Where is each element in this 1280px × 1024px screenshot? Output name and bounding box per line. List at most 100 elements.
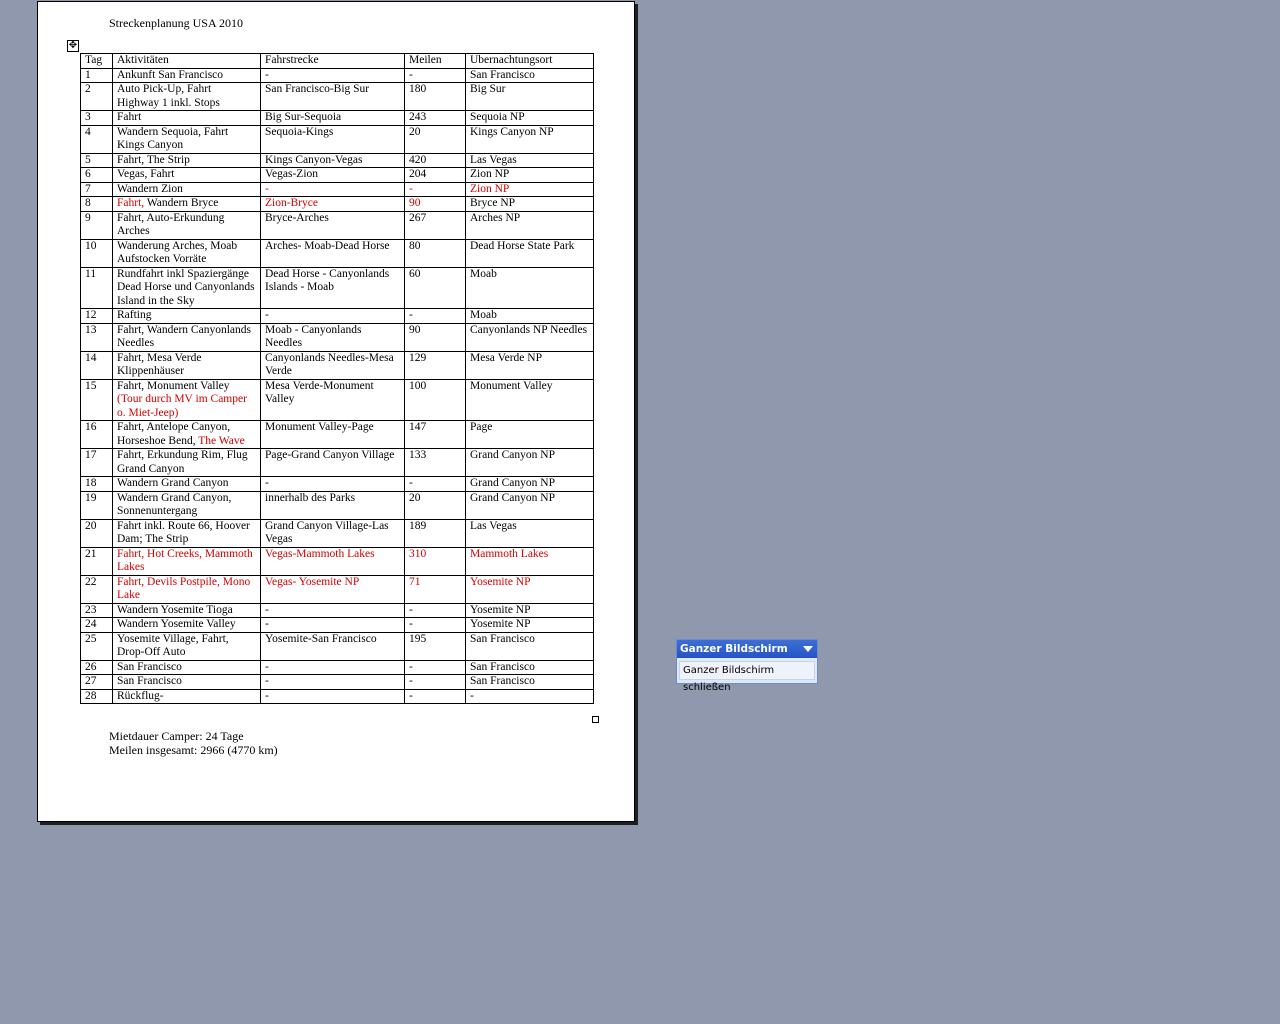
cell-tag: 8 bbox=[80, 196, 113, 212]
summary-rental: Mietdauer Camper: 24 Tage bbox=[109, 729, 244, 743]
fullscreen-toolbar-label: Ganzer Bildschirm bbox=[680, 643, 788, 655]
cell-route: Monument Valley-Page bbox=[260, 420, 405, 449]
cell-miles: - bbox=[404, 602, 466, 618]
table-move-handle-icon[interactable]: ✥ bbox=[67, 40, 79, 52]
table-row: 24 Wandern Yosemite Valley - - Yosemite NP bbox=[80, 617, 594, 633]
cell-activity: Fahrt, Monument Valley (Tour durch MV im… bbox=[112, 378, 261, 421]
fullscreen-toolbar: Ganzer Bildschirm Ganzer Bildschirm schl… bbox=[676, 639, 818, 693]
cell-activity: Fahrt bbox=[112, 110, 261, 126]
cell-miles: 420 bbox=[404, 152, 466, 168]
cell-tag: 14 bbox=[80, 350, 113, 380]
table-row: 3 Fahrt Big Sur-Sequoia 243 Sequoia NP bbox=[80, 110, 594, 126]
table-row: 25 Yosemite Village, Fahrt, Drop-Off Auto… bbox=[80, 631, 594, 661]
cell-overnight: Kings Canyon NP bbox=[465, 124, 594, 154]
cell-route: Kings Canyon-Vegas bbox=[260, 152, 405, 168]
header-overnight: Ubernachtungsort bbox=[465, 53, 594, 69]
cell-miles: - bbox=[404, 674, 466, 690]
cell-activity: Wandern Grand Canyon, Sonnenuntergang bbox=[112, 490, 261, 520]
cell-overnight: San Francisco bbox=[465, 674, 594, 690]
cell-tag: 23 bbox=[80, 602, 113, 618]
cell-overnight: Yosemite NP bbox=[465, 574, 594, 604]
cell-activity: Wandern Grand Canyon bbox=[112, 476, 261, 492]
cell-miles: 189 bbox=[404, 518, 466, 548]
cell-activity: San Francisco bbox=[112, 674, 261, 690]
cell-route: Yosemite-San Francisco bbox=[260, 631, 405, 661]
cell-tag: 18 bbox=[80, 476, 113, 492]
cell-overnight: - bbox=[465, 688, 594, 704]
cell-route: - bbox=[260, 476, 405, 492]
cell-miles: 133 bbox=[404, 448, 466, 477]
table-row: 16 Fahrt, Antelope Canyon, Horseshoe Bend… bbox=[80, 420, 594, 449]
cell-route: - bbox=[260, 308, 405, 324]
cell-route: - bbox=[260, 602, 405, 618]
cell-overnight: Mammoth Lakes bbox=[465, 546, 594, 576]
cell-activity: Fahrt, Hot Creeks, Mammoth Lakes bbox=[112, 546, 261, 576]
cell-route: - bbox=[260, 674, 405, 690]
cell-miles: - bbox=[404, 476, 466, 492]
cell-activity-highlight: Fahrt, bbox=[117, 197, 145, 209]
cell-miles: 20 bbox=[404, 124, 466, 154]
cell-activity: Wandern Yosemite Valley bbox=[112, 617, 261, 633]
cell-miles: - bbox=[404, 617, 466, 633]
cell-route: Page-Grand Canyon Village bbox=[260, 448, 405, 477]
table-row: 21 Fahrt, Hot Creeks, Mammoth Lakes Vegas-… bbox=[80, 546, 594, 576]
cell-tag: 16 bbox=[80, 420, 113, 449]
cell-tag: 24 bbox=[80, 617, 113, 633]
cell-overnight: Moab bbox=[465, 308, 594, 324]
table-row: 7 Wandern Zion - - Zion NP bbox=[80, 181, 594, 197]
table-row: 28 Rückflug- - - - bbox=[80, 688, 594, 704]
cell-activity: Rundfahrt inkl Spaziergänge Dead Horse u… bbox=[112, 266, 261, 309]
cell-tag: 1 bbox=[80, 67, 113, 83]
cell-miles: 90 bbox=[404, 322, 466, 352]
cell-miles: - bbox=[404, 688, 466, 704]
cell-miles: 100 bbox=[404, 378, 466, 421]
table-row: 15 Fahrt, Monument Valley (Tour durch MV … bbox=[80, 378, 594, 421]
cell-route: Canyonlands Needles-Mesa Verde bbox=[260, 350, 405, 380]
cell-tag: 13 bbox=[80, 322, 113, 352]
table-row: 17 Fahrt, Erkundung Rim, Flug Grand Canyo… bbox=[80, 448, 594, 477]
cell-activity: Fahrt, Antelope Canyon, Horseshoe Bend, … bbox=[112, 420, 261, 449]
cell-miles: 310 bbox=[404, 546, 466, 576]
cell-tag: 10 bbox=[80, 238, 113, 268]
cell-activity: Yosemite Village, Fahrt, Drop-Off Auto bbox=[112, 631, 261, 661]
table-header-row: Tag Aktivitäten Fahrstrecke Meilen Ubern… bbox=[80, 53, 594, 69]
cell-overnight: Grand Canyon NP bbox=[465, 448, 594, 477]
fullscreen-toolbar-title[interactable]: Ganzer Bildschirm bbox=[677, 640, 817, 658]
cell-route: Moab - Canyonlands Needles bbox=[260, 322, 405, 352]
cell-activity-highlight: The Wave bbox=[198, 434, 245, 447]
cell-route: - bbox=[260, 617, 405, 633]
table-row: 9 Fahrt, Auto-Erkundung Arches Bryce-Arche… bbox=[80, 210, 594, 240]
cell-tag: 28 bbox=[80, 688, 113, 704]
table-resize-handle[interactable] bbox=[592, 716, 599, 723]
cell-overnight: Zion NP bbox=[465, 167, 594, 183]
cell-activity: San Francisco bbox=[112, 659, 261, 675]
cell-route: - bbox=[260, 659, 405, 675]
table-row: 2 Auto Pick-Up, Fahrt Highway 1 inkl. Sto… bbox=[80, 82, 594, 111]
cell-miles: 90 bbox=[404, 196, 466, 212]
header-miles: Meilen bbox=[404, 53, 466, 69]
chevron-down-icon[interactable] bbox=[803, 646, 813, 652]
table-row: 26 San Francisco - - San Francisco bbox=[80, 659, 594, 675]
cell-route: Vegas-Mammoth Lakes bbox=[260, 546, 405, 576]
cell-tag: 7 bbox=[80, 181, 113, 197]
table-row: 11 Rundfahrt inkl Spaziergänge Dead Horse… bbox=[80, 266, 594, 309]
table-row: 14 Fahrt, Mesa Verde Klippenhäuser Canyonl… bbox=[80, 350, 594, 380]
cell-activity-text: Fahrt, Monument Valley bbox=[117, 379, 230, 392]
cell-tag: 26 bbox=[80, 659, 113, 675]
cell-miles: - bbox=[404, 67, 466, 83]
cell-route: Mesa Verde-Monument Valley bbox=[260, 378, 405, 421]
cell-activity: Fahrt, Auto-Erkundung Arches bbox=[112, 210, 261, 240]
cell-tag: 6 bbox=[80, 167, 113, 183]
cell-activity: Wandern Zion bbox=[112, 181, 261, 197]
header-tag: Tag bbox=[80, 53, 113, 69]
cell-miles: 180 bbox=[404, 82, 466, 111]
cell-miles: 129 bbox=[404, 350, 466, 380]
cell-tag: 25 bbox=[80, 631, 113, 661]
cell-miles: - bbox=[404, 308, 466, 324]
cell-miles: 80 bbox=[404, 238, 466, 268]
cell-overnight: Monument Valley bbox=[465, 378, 594, 421]
cell-activity: Fahrt, Wandern Canyonlands Needles bbox=[112, 322, 261, 352]
close-fullscreen-button[interactable]: Ganzer Bildschirm schließen bbox=[679, 661, 815, 693]
cell-route: Big Sur-Sequoia bbox=[260, 110, 405, 126]
table-row: 19 Wandern Grand Canyon, Sonnenuntergang i… bbox=[80, 490, 594, 520]
